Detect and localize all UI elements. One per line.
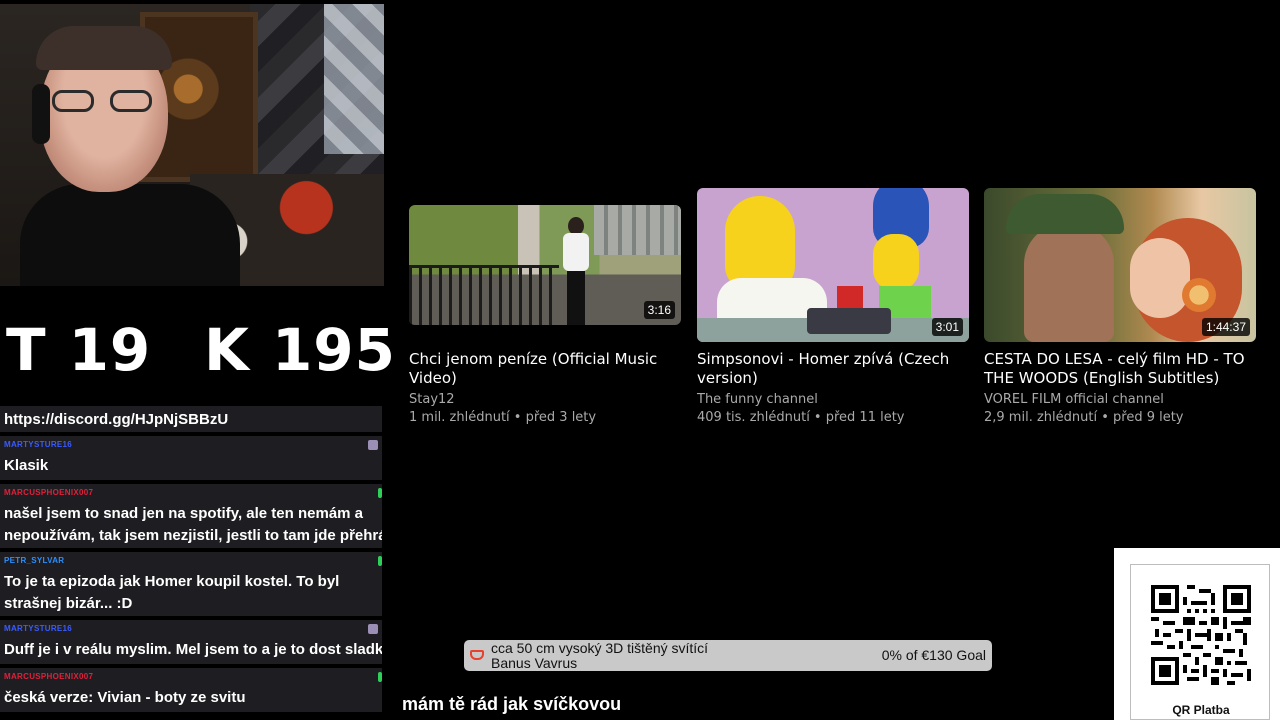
chat-text: našel jsem to snad jen na spotify, ale t… [4,505,382,544]
status-badge-icon [378,556,382,566]
video-recommendations: 3:16 Chci jenom peníze (Official Music V… [409,188,1259,438]
ticker-text: mám tě rád jak svíčkovou [402,694,622,714]
goal-amount: 0% of €130 Goal [881,647,986,663]
chat-text: Klasik [4,457,49,474]
chat-username: MARCUSPHOENIX007 [4,488,94,497]
video-channel[interactable]: Stay12 [409,392,455,407]
glasses [52,90,156,114]
video-meta: 409 tis. zhlédnutí • před 11 lety [697,410,905,425]
ticker: mám tě rád jak svíčkovou [386,684,1114,720]
qr-code-icon [1151,585,1251,685]
acoustic-panel-light [324,4,384,154]
counter-t: T 19 [6,318,151,382]
chat-text: To je ta epizoda jak Homer koupil kostel… [4,573,340,612]
status-badge-icon [378,672,382,682]
chat-message: MARTYSTURE16 Klasik [0,436,382,482]
donation-goal-bar: cca 50 cm vysoký 3D tištěný svítící Banu… [464,640,992,671]
chat-message: MARCUSPHOENIX007 našel jsem to snad jen … [0,484,382,550]
chat-username: MARCUSPHOENIX007 [4,672,94,681]
chat-message: MARTYSTURE16 Duff je i v reálu myslim. M… [0,620,382,666]
counter-k-label: K [204,316,250,384]
chat-message: MARCUSPHOENIX007 česká verze: Vivian - b… [0,668,382,714]
video-duration: 3:01 [931,318,963,336]
video-card[interactable]: 3:01 Simpsonovi - Homer zpívá (Czech ver… [697,188,969,438]
video-title[interactable]: Simpsonovi - Homer zpívá (Czech version) [697,350,969,388]
streamer [20,24,240,286]
discord-link-text[interactable]: https://discord.gg/HJpNjSBBzU [4,409,382,431]
video-meta: 1 mil. zhlédnutí • před 3 lety [409,410,597,425]
video-channel[interactable]: VOREL FILM official channel [984,392,1164,407]
video-card[interactable]: 3:16 Chci jenom peníze (Official Music V… [409,188,681,438]
headset-icon [32,84,50,144]
chat-message: PETR_SYLVAR To je ta epizoda jak Homer k… [0,552,382,618]
counter-k-value: 195 [271,316,397,384]
video-duration: 1:44:37 [1201,318,1250,336]
counter-k: K 195 [204,318,396,382]
chat-username: PETR_SYLVAR [4,556,65,565]
video-duration: 3:16 [643,301,675,319]
video-card[interactable]: 1:44:37 CESTA DO LESA - celý film HD - T… [984,188,1256,438]
subscriber-badge-icon [368,624,378,634]
counter-t-label: T [6,316,47,384]
goal-title: cca 50 cm vysoký 3D tištěný svítící Banu… [491,640,709,671]
video-title[interactable]: CESTA DO LESA - celý film HD - TO THE WO… [984,350,1256,388]
qr-panel: QR Platba [1114,548,1280,720]
video-title[interactable]: Chci jenom peníze (Official Music Video) [409,350,681,388]
video-meta: 2,9 mil. zhlédnutí • před 9 lety [984,410,1184,425]
chat-panel: https://discord.gg/HJpNjSBBzU MARTYSTURE… [0,406,382,720]
chat-username: MARTYSTURE16 [4,624,73,633]
webcam-feed [0,4,384,286]
status-badge-icon [378,488,382,498]
video-thumbnail[interactable]: 3:16 [409,205,681,325]
left-panel: T 19 K 195 https://discord.gg/HJpNjSBBzU M… [0,0,395,720]
qr-label: QR Platba [1172,703,1230,717]
qr-frame: QR Platba [1130,564,1270,720]
chat-username: MARTYSTURE16 [4,440,73,449]
chat-text: česká verze: Vivian - boty ze svitu [4,689,246,706]
counter-t-value: 19 [68,316,152,384]
subscriber-badge-icon [368,440,378,450]
discord-link[interactable]: https://discord.gg/HJpNjSBBzU [0,406,382,434]
video-thumbnail[interactable]: 1:44:37 [984,188,1256,342]
video-thumbnail[interactable]: 3:01 [697,188,969,342]
counters: T 19 K 195 [0,296,395,406]
chat-text: Duff je i v reálu myslim. Mel jsem to a … [4,641,382,658]
gift-icon [470,650,484,660]
video-channel[interactable]: The funny channel [697,392,818,407]
